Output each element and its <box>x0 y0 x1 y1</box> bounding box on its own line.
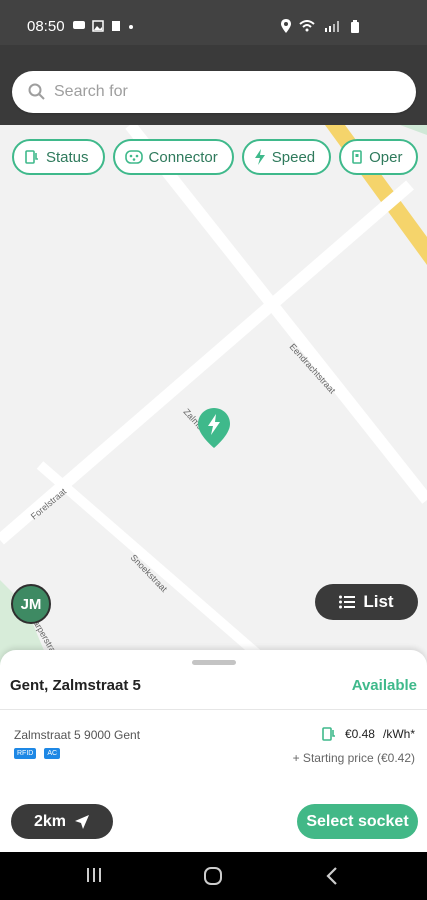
status-bar: 08:50 <box>0 0 427 45</box>
chat-icon <box>73 21 85 29</box>
distance-button[interactable]: 2km <box>11 804 113 839</box>
starting-price: + Starting price (€0.42) <box>292 751 415 765</box>
charging-station-icon <box>25 150 38 164</box>
divider <box>0 709 427 710</box>
home-icon[interactable] <box>203 866 223 886</box>
search-icon <box>28 83 45 100</box>
filter-connector-label: Connector <box>148 148 218 166</box>
charger-pin-icon[interactable] <box>198 408 230 448</box>
charging-station-icon <box>322 727 335 741</box>
ac-badge: AC <box>44 748 61 759</box>
search-input[interactable]: Search for <box>12 71 416 113</box>
location-icon <box>281 19 291 33</box>
search-placeholder: Search for <box>54 83 128 100</box>
filter-speed-label: Speed <box>271 148 316 166</box>
list-label: List <box>363 592 394 611</box>
status-badge: Available <box>351 677 417 694</box>
filter-speed[interactable]: Speed <box>241 139 332 175</box>
document-icon <box>112 21 120 31</box>
price-unit: /kWh* <box>382 727 415 741</box>
system-icons <box>281 19 359 33</box>
back-icon[interactable] <box>325 866 339 886</box>
filter-operator[interactable]: Oper <box>339 139 419 175</box>
list-button[interactable]: List <box>315 584 418 620</box>
image-icon <box>92 20 104 32</box>
filter-status-label: Status <box>46 148 89 166</box>
distance-label: 2km <box>33 812 67 830</box>
station-address: Zalmstraat 5 9000 Gent <box>14 728 141 742</box>
station-price: €0.48 /kWh* <box>321 726 415 742</box>
operator-icon <box>352 150 362 164</box>
navigation-icon <box>75 814 90 829</box>
recent-apps-icon[interactable] <box>85 866 103 884</box>
price-value: €0.48 <box>344 727 375 741</box>
select-socket-label: Select socket <box>306 812 409 830</box>
list-icon <box>339 595 356 609</box>
system-nav-bar <box>0 852 427 900</box>
station-title: Gent, Zalmstraat 5 <box>10 677 141 694</box>
station-badges: RFID AC <box>14 748 61 759</box>
filter-connector[interactable]: Connector <box>112 139 234 175</box>
filter-chips: Status Connector Speed Oper <box>12 139 419 175</box>
connector-icon <box>124 150 143 164</box>
dot-icon <box>129 25 133 29</box>
avatar[interactable]: JM <box>11 584 51 624</box>
battery-icon <box>351 19 359 33</box>
filter-operator-label: Oper <box>369 148 403 166</box>
avatar-initials: JM <box>20 595 42 613</box>
drag-handle[interactable] <box>192 660 236 665</box>
notification-icons <box>72 20 134 32</box>
lightning-icon <box>254 149 265 165</box>
rfid-badge: RFID <box>14 748 37 759</box>
select-socket-button[interactable]: Select socket <box>297 804 418 839</box>
wifi-icon <box>299 20 315 32</box>
signal-icon <box>325 21 339 32</box>
filter-status[interactable]: Status <box>12 139 105 175</box>
status-time: 08:50 <box>27 18 65 35</box>
